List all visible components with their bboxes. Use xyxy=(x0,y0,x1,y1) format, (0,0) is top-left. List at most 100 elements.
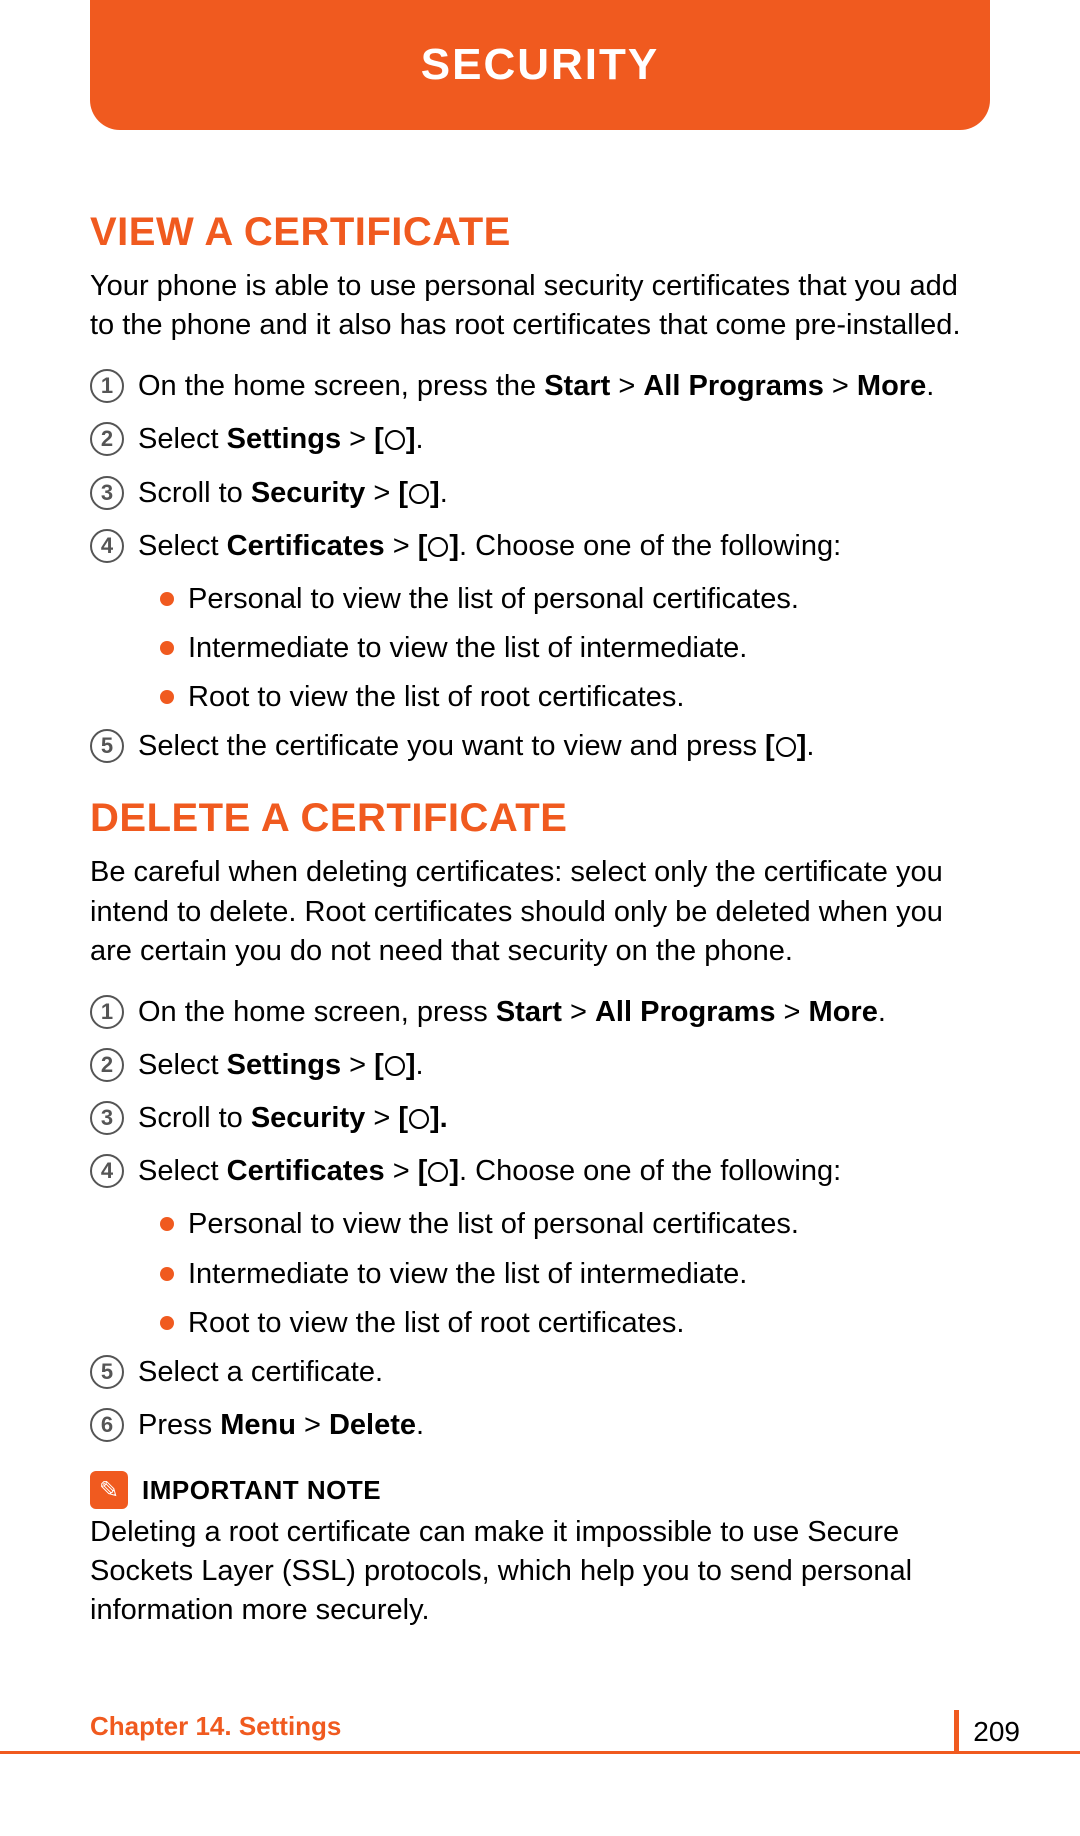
s2-step-6: 6 Press Menu > Delete. xyxy=(90,1406,990,1445)
t: ] xyxy=(449,1155,459,1187)
t: > xyxy=(562,996,595,1028)
t: . xyxy=(440,477,448,509)
t: Personal to view the list of personal ce… xyxy=(188,1205,799,1244)
t: All Programs xyxy=(643,370,824,402)
step-text: Select Certificates > []. Choose one of … xyxy=(138,527,841,566)
t: Press xyxy=(138,1409,220,1441)
t: [ xyxy=(418,1155,428,1187)
step-number-icon: 2 xyxy=(90,1048,124,1082)
footer-rule xyxy=(0,1751,1080,1754)
t: More xyxy=(857,370,926,402)
step-number-icon: 4 xyxy=(90,529,124,563)
step-number-icon: 5 xyxy=(90,729,124,763)
t: > xyxy=(341,423,374,455)
section-heading-view-cert: VIEW A CERTIFICATE xyxy=(90,210,990,255)
t: Root to view the list of root certificat… xyxy=(188,678,684,717)
t: Settings xyxy=(227,423,341,455)
t: Menu xyxy=(220,1409,296,1441)
pencil-icon: ✎ xyxy=(90,1471,128,1509)
step-text: On the home screen, press Start > All Pr… xyxy=(138,993,886,1032)
list-item: Personal to view the list of personal ce… xyxy=(160,1205,990,1244)
t: More xyxy=(809,996,878,1028)
step-number-icon: 3 xyxy=(90,476,124,510)
t: Certificates xyxy=(227,530,385,562)
page-title: SECURITY xyxy=(421,40,659,90)
t: Personal to view the list of personal ce… xyxy=(188,580,799,619)
bullet-icon xyxy=(160,592,174,606)
step-number-icon: 6 xyxy=(90,1408,124,1442)
chapter-label: Chapter 14. Settings xyxy=(90,1711,341,1742)
step-number-icon: 2 xyxy=(90,422,124,456)
t: Delete xyxy=(329,1409,416,1441)
step-text: Select the certificate you want to view … xyxy=(138,727,814,766)
t: . xyxy=(926,370,934,402)
step-text: Scroll to Security > []. xyxy=(138,474,448,513)
t: Start xyxy=(496,996,562,1028)
note-title: IMPORTANT NOTE xyxy=(142,1475,381,1506)
t: > xyxy=(365,477,398,509)
ok-button-icon xyxy=(385,1056,405,1076)
ok-button-icon xyxy=(776,737,796,757)
t: . xyxy=(806,730,814,762)
step-number-icon: 1 xyxy=(90,369,124,403)
t: [ xyxy=(374,423,384,455)
ok-button-icon xyxy=(409,484,429,504)
step-text: Select a certificate. xyxy=(138,1353,383,1392)
s1-step-5: 5 Select the certificate you want to vie… xyxy=(90,727,990,766)
section1-intro: Your phone is able to use personal secur… xyxy=(90,267,990,345)
t: Security xyxy=(251,1102,365,1134)
page-footer: Chapter 14. Settings 209 xyxy=(0,1710,1080,1754)
step-number-icon: 3 xyxy=(90,1101,124,1135)
t: [ xyxy=(418,530,428,562)
note-header: ✎ IMPORTANT NOTE xyxy=(90,1471,990,1509)
s2-step-3: 3 Scroll to Security > []. xyxy=(90,1099,990,1138)
bullet-icon xyxy=(160,690,174,704)
t: On the home screen, press the xyxy=(138,370,544,402)
bullet-icon xyxy=(160,1267,174,1281)
page-number-wrap: 209 xyxy=(954,1710,1020,1754)
note-body: Deleting a root certificate can make it … xyxy=(90,1513,990,1630)
section-heading-delete-cert: DELETE A CERTIFICATE xyxy=(90,796,990,841)
s2-step-4-sublist: Personal to view the list of personal ce… xyxy=(160,1205,990,1342)
t: ]. xyxy=(430,1102,448,1134)
step-text: Select Settings > []. xyxy=(138,420,424,459)
list-item: Root to view the list of root certificat… xyxy=(160,1304,990,1343)
s1-step-2: 2 Select Settings > []. xyxy=(90,420,990,459)
t: Certificates xyxy=(227,1155,385,1187)
t: Select xyxy=(138,1049,227,1081)
step-number-icon: 1 xyxy=(90,995,124,1029)
important-note: ✎ IMPORTANT NOTE Deleting a root certifi… xyxy=(90,1471,990,1630)
header-tab: SECURITY xyxy=(90,0,990,130)
step-number-icon: 4 xyxy=(90,1154,124,1188)
footer-divider-icon xyxy=(954,1710,959,1754)
t: [ xyxy=(398,477,408,509)
ok-button-icon xyxy=(428,537,448,557)
step-text: Select Certificates > []. Choose one of … xyxy=(138,1152,841,1191)
t: Intermediate to view the list of interme… xyxy=(188,629,747,668)
t: > xyxy=(385,1155,418,1187)
t: Select xyxy=(138,530,227,562)
t: On the home screen, press xyxy=(138,996,496,1028)
t: [ xyxy=(765,730,775,762)
list-item: Intermediate to view the list of interme… xyxy=(160,1255,990,1294)
t: Select xyxy=(138,1155,227,1187)
page-number: 209 xyxy=(973,1716,1020,1748)
t: . xyxy=(416,1409,424,1441)
content-area: VIEW A CERTIFICATE Your phone is able to… xyxy=(90,180,990,1631)
t: . xyxy=(415,423,423,455)
t: > xyxy=(385,530,418,562)
t: > xyxy=(365,1102,398,1134)
t: Select the certificate you want to view … xyxy=(138,730,765,762)
t: > xyxy=(610,370,643,402)
s2-step-1: 1 On the home screen, press Start > All … xyxy=(90,993,990,1032)
t: Root to view the list of root certificat… xyxy=(188,1304,684,1343)
t: [ xyxy=(374,1049,384,1081)
t: > xyxy=(824,370,857,402)
list-item: Root to view the list of root certificat… xyxy=(160,678,990,717)
t: Intermediate to view the list of interme… xyxy=(188,1255,747,1294)
t: ] xyxy=(430,477,440,509)
t: Scroll to xyxy=(138,477,251,509)
s1-step-1: 1 On the home screen, press the Start > … xyxy=(90,367,990,406)
t: [ xyxy=(398,1102,408,1134)
s1-step-3: 3 Scroll to Security > []. xyxy=(90,474,990,513)
